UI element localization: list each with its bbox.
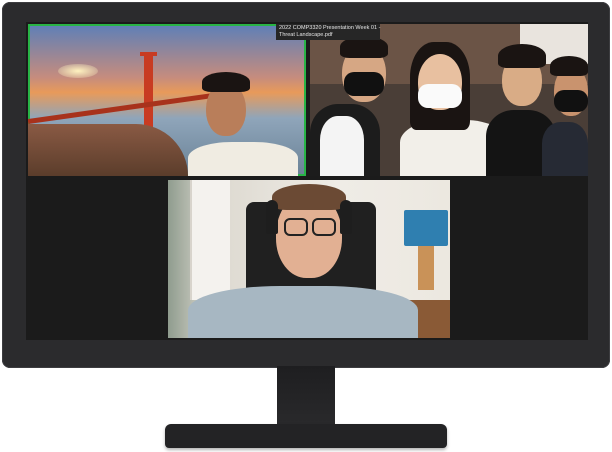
- cliff: [28, 124, 188, 176]
- black-mask: [344, 72, 384, 96]
- participant-tile-group[interactable]: [310, 24, 588, 176]
- monitor: 2022 COMP3320 Presentation Week 01 - Thr…: [2, 2, 610, 368]
- bridge-tower-cap: [140, 52, 157, 56]
- video-call-screen: 2022 COMP3320 Presentation Week 01 - Thr…: [26, 22, 588, 340]
- monitor-stand-neck: [277, 366, 335, 428]
- black-mask: [554, 90, 588, 112]
- glasses-left-lens: [284, 218, 308, 236]
- person-body: [188, 142, 298, 176]
- headset-left-cup: [266, 200, 278, 234]
- person-tshirt: [188, 286, 418, 338]
- sunset-glow: [58, 64, 98, 78]
- person-hair: [272, 184, 346, 210]
- door: [190, 180, 230, 300]
- person-shirt: [320, 116, 364, 176]
- lamp-shade: [404, 210, 448, 246]
- participant-tile-headset[interactable]: [168, 180, 450, 338]
- person-hair: [202, 72, 250, 92]
- bridge-deck: [28, 92, 217, 124]
- glasses-right-lens: [312, 218, 336, 236]
- white-mask: [418, 84, 462, 108]
- headset-right-cup: [340, 200, 352, 234]
- person-hair: [550, 56, 588, 76]
- participant-tile-golden-gate[interactable]: [28, 24, 306, 176]
- shared-file-label: 2022 COMP3320 Presentation Week 01 - Thr…: [276, 24, 380, 40]
- shared-file-label-line1: 2022 COMP3320 Presentation Week 01 -: [279, 25, 381, 31]
- person-hair: [498, 44, 546, 68]
- monitor-stand-base: [165, 424, 447, 448]
- person-body: [542, 122, 588, 176]
- shared-file-label-line2: Threat Landscape.pdf: [279, 32, 333, 38]
- lamp-base: [418, 246, 434, 290]
